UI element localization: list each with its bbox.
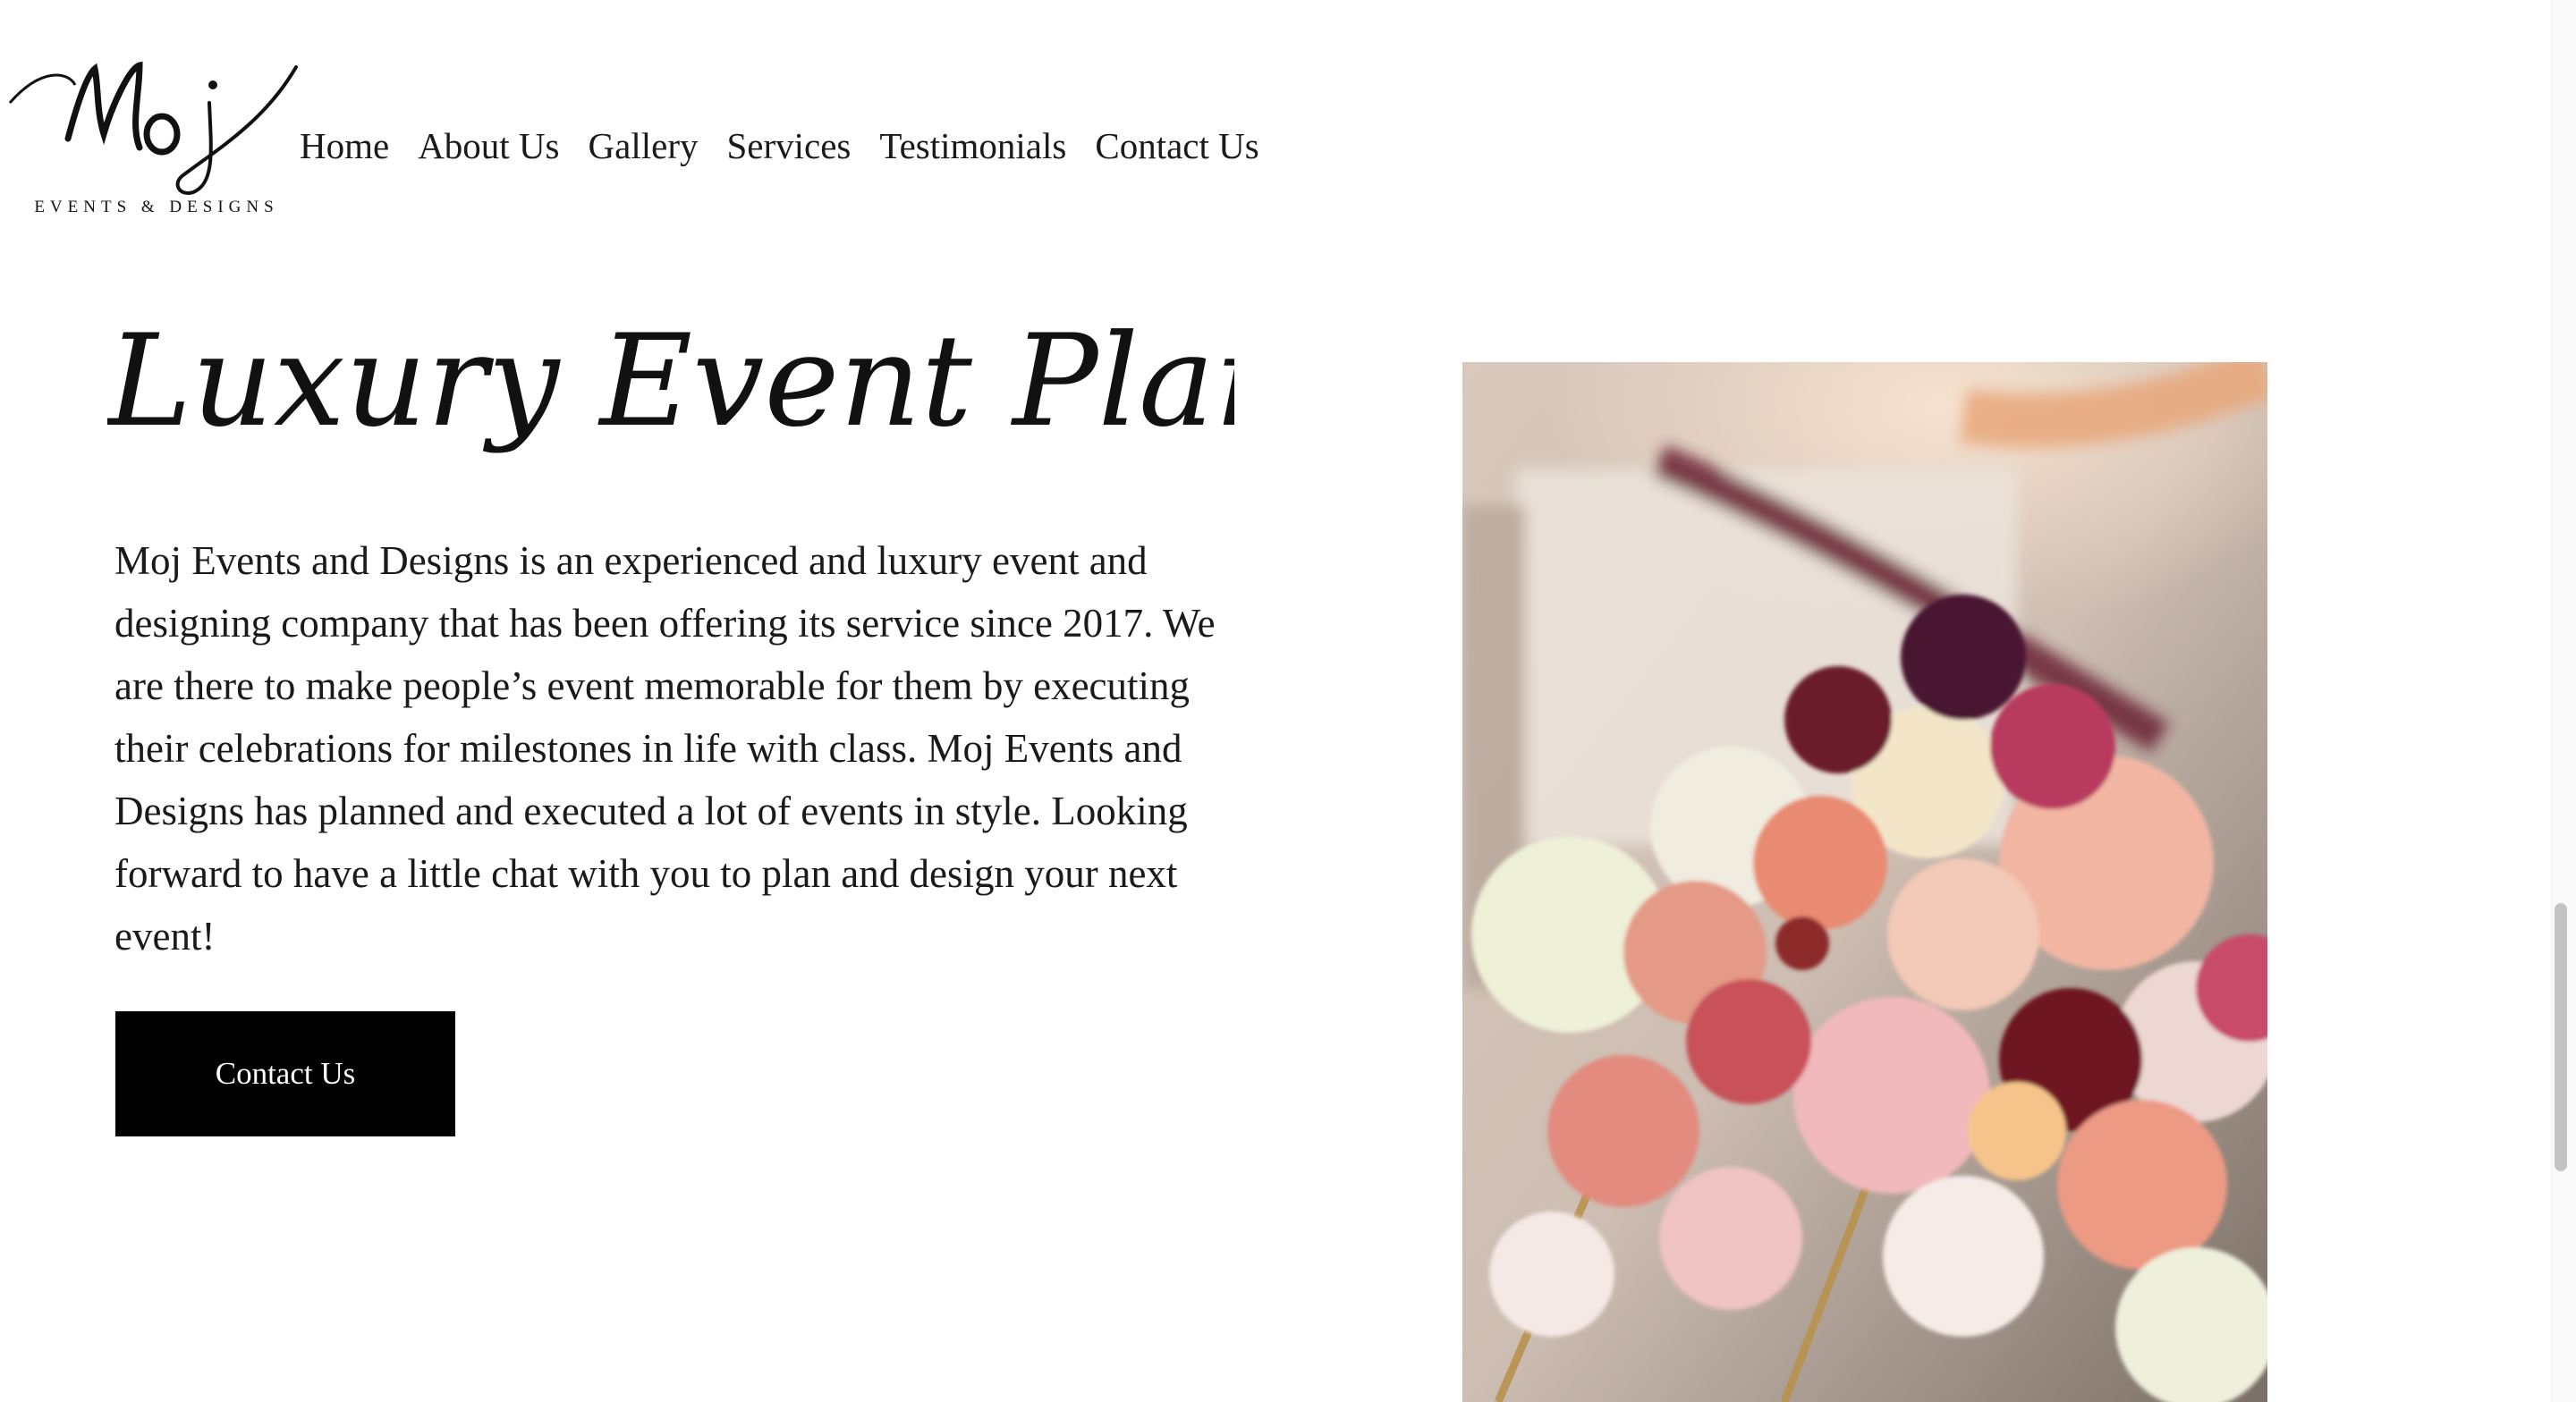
nav-about-us[interactable]: About Us: [418, 124, 559, 167]
page: EVENTS & DESIGNS Home About Us Gallery S…: [0, 0, 2576, 1402]
logo-tagline: EVENTS & DESIGNS: [34, 198, 279, 216]
contact-us-button[interactable]: Contact Us: [115, 1011, 455, 1136]
main-nav: Home About Us Gallery Services Testimoni…: [300, 114, 1259, 177]
hero-title-text: Luxury Event Planning: [107, 308, 1234, 455]
site-header: EVENTS & DESIGNS Home About Us Gallery S…: [0, 0, 2558, 259]
nav-gallery[interactable]: Gallery: [589, 124, 699, 167]
flower-bouquet-image: [1462, 362, 2267, 1402]
scrollbar-thumb[interactable]: [2555, 903, 2567, 1171]
scrollbar-track[interactable]: [2551, 0, 2576, 1402]
hero-title: Luxury Event Planning: [105, 308, 1581, 469]
nav-testimonials[interactable]: Testimonials: [879, 124, 1066, 167]
hero-description: Moj Events and Designs is an experienced…: [114, 538, 1216, 959]
nav-contact-us[interactable]: Contact Us: [1095, 124, 1258, 167]
logo[interactable]: EVENTS & DESIGNS: [5, 49, 301, 228]
nav-home[interactable]: Home: [300, 124, 389, 167]
nav-services[interactable]: Services: [726, 124, 851, 167]
